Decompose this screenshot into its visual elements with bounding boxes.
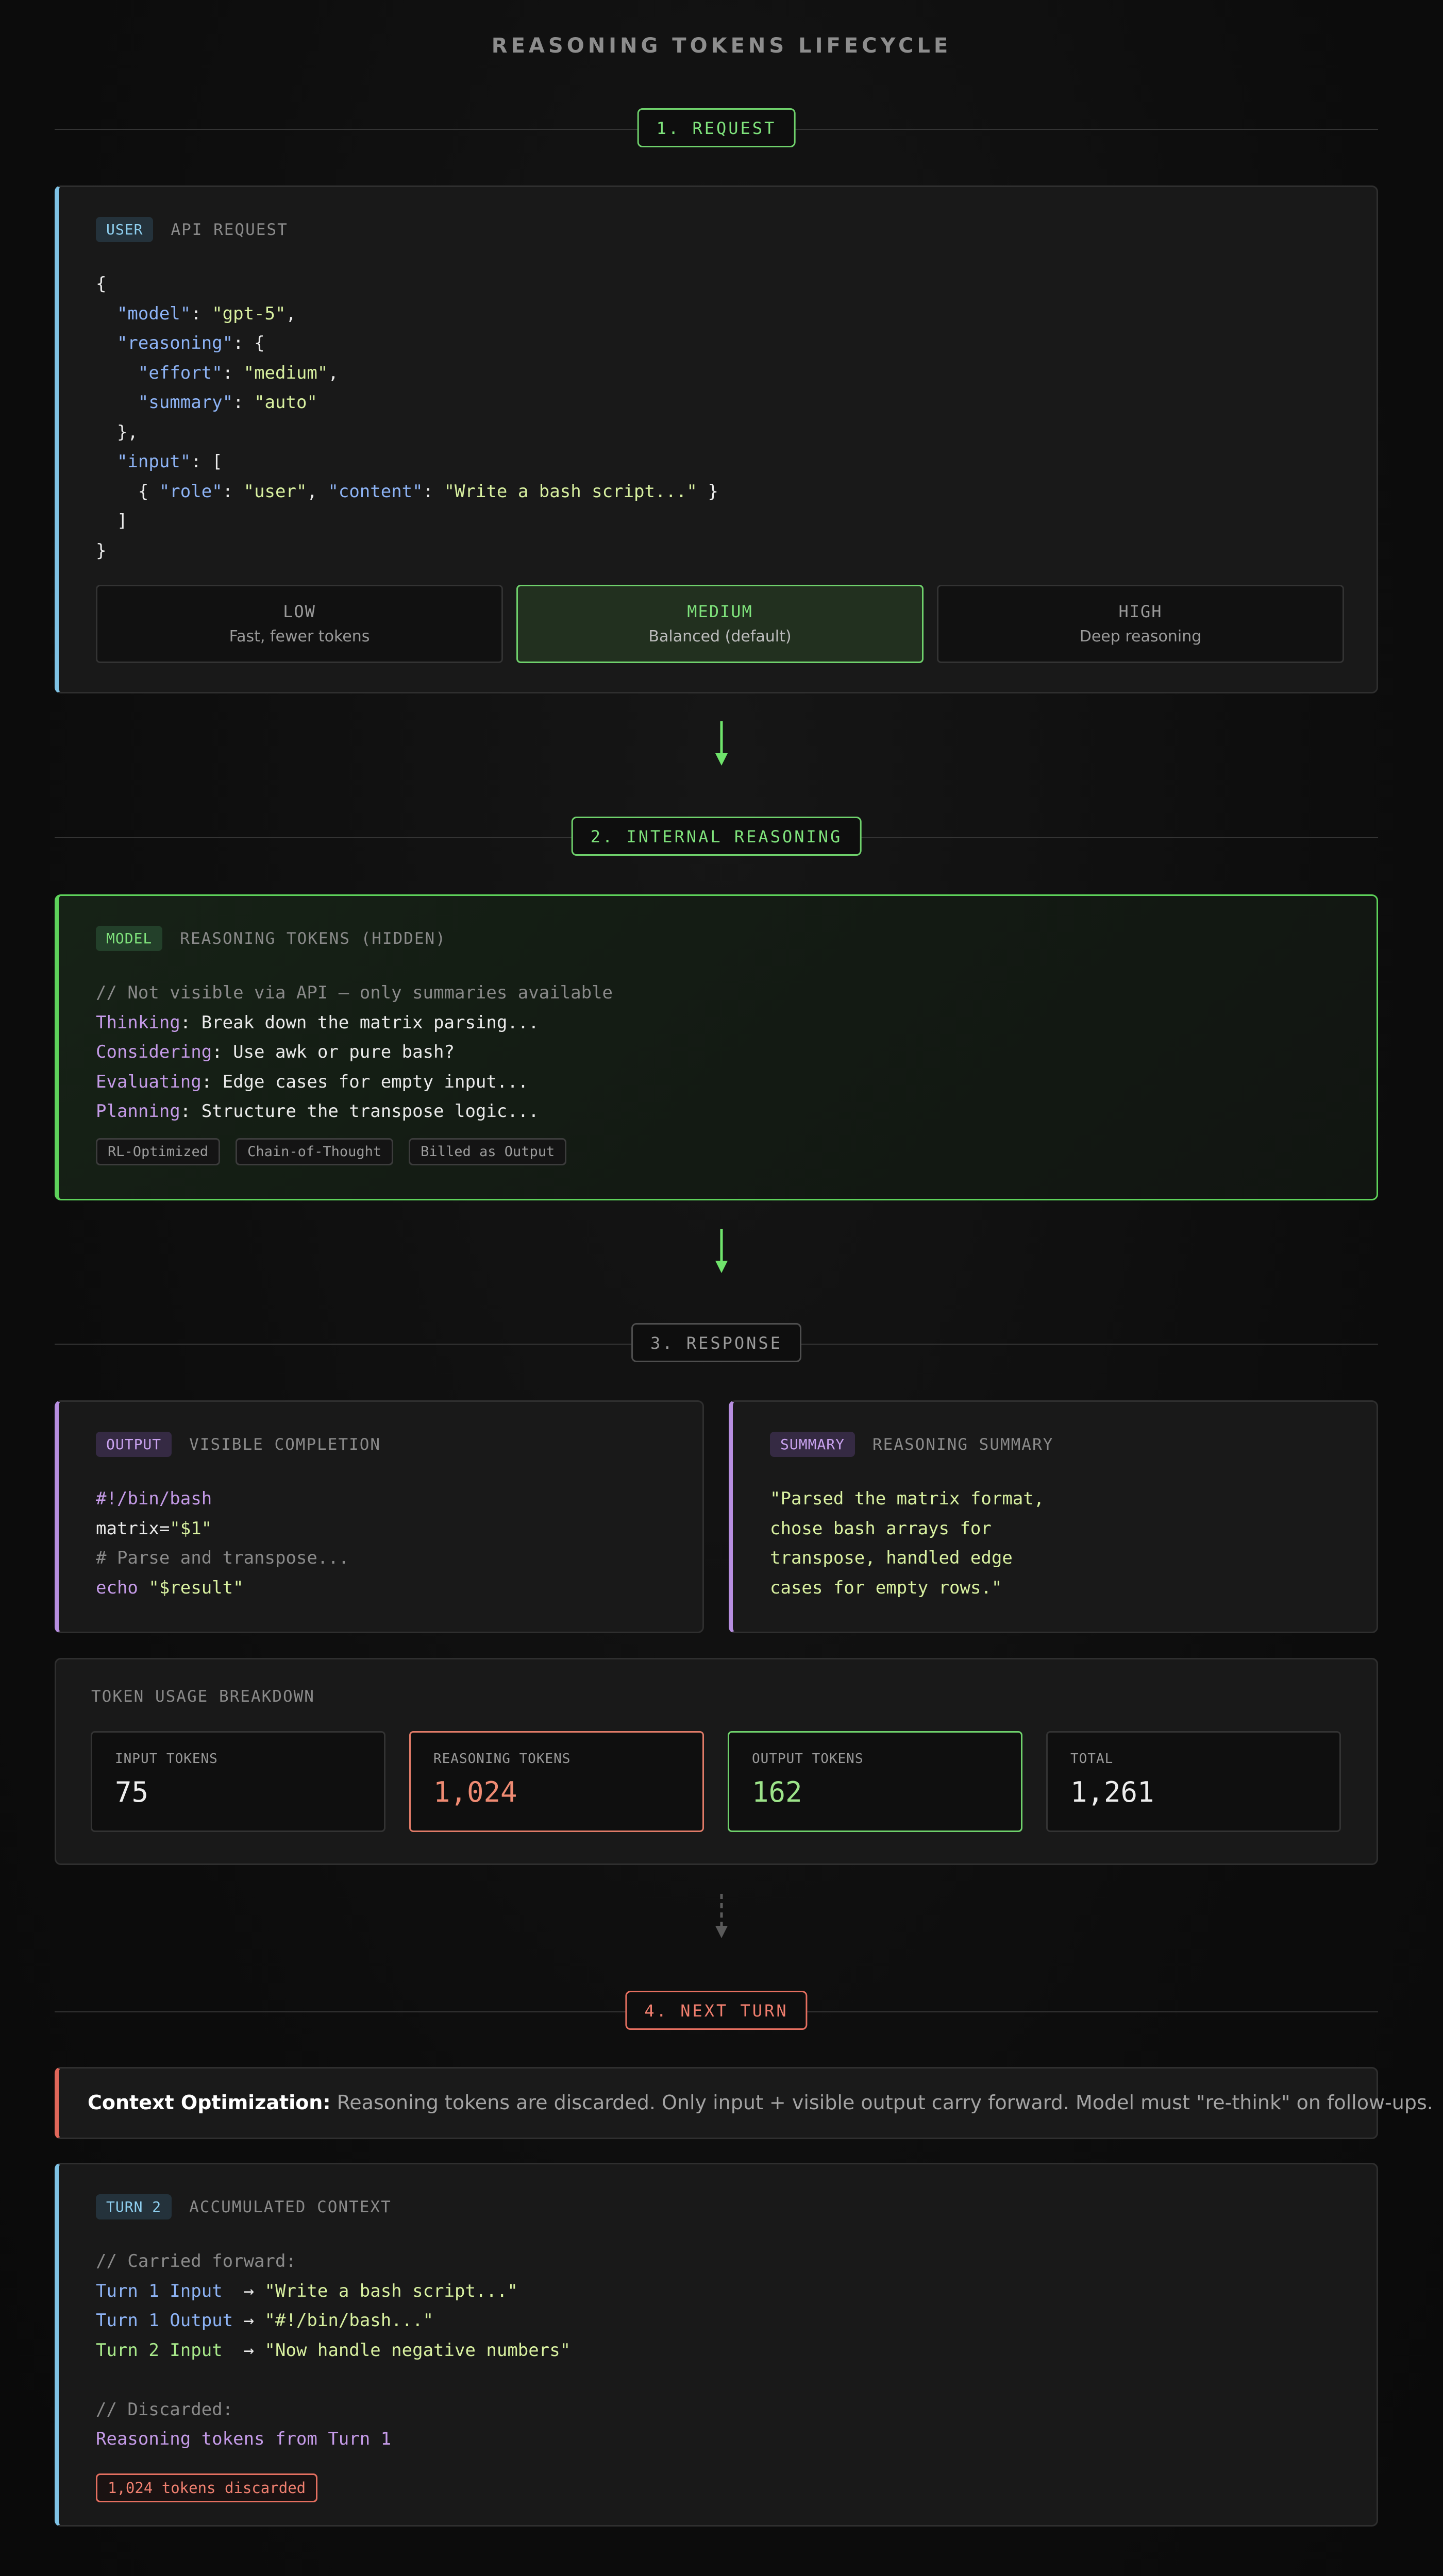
effort-desc: Deep reasoning <box>1079 628 1202 646</box>
effort-level: MEDIUM <box>687 602 753 621</box>
stat-label: OUTPUT TOKENS <box>752 1751 864 1767</box>
output-code: #!/bin/bash matrix="$1" # Parse and tran… <box>96 1488 349 1598</box>
discarded-tokens-badge: 1,024 tokens discarded <box>96 2473 318 2502</box>
stat-value: 162 <box>752 1776 802 1808</box>
turn2-card: TURN 2 ACCUMULATED CONTEXT // Carried fo… <box>55 2163 1378 2527</box>
arrow-down-icon <box>715 721 728 766</box>
effort-option-low[interactable]: LOW Fast, fewer tokens <box>96 585 503 663</box>
output-card: OUTPUT VISIBLE COMPLETION #!/bin/bash ma… <box>55 1400 704 1633</box>
request-card-label: API REQUEST <box>171 220 288 239</box>
reasoning-chips: RL-Optimized Chain-of-Thought Billed as Ou… <box>96 1138 582 1165</box>
summary-text: "Parsed the matrix format, chose bash ar… <box>770 1488 1045 1598</box>
section-next-turn-header: 4. NEXT TURN <box>55 1991 1378 2032</box>
stat-reasoning-tokens: REASONING TOKENS 1,024 <box>409 1731 704 1832</box>
output-card-label: VISIBLE COMPLETION <box>189 1435 381 1454</box>
stat-value: 1,024 <box>433 1776 517 1808</box>
user-tag: USER <box>96 217 154 242</box>
stat-value: 1,261 <box>1070 1776 1154 1808</box>
effort-level: LOW <box>283 602 316 621</box>
page-title: REASONING TOKENS LIFECYCLE <box>491 34 952 58</box>
effort-option-high[interactable]: HIGH Deep reasoning <box>937 585 1344 663</box>
summary-tag: SUMMARY <box>770 1432 855 1457</box>
summary-card: SUMMARY REASONING SUMMARY "Parsed the ma… <box>729 1400 1378 1633</box>
dashed-arrow-down-icon <box>715 1894 728 1938</box>
effort-level: HIGH <box>1118 602 1163 621</box>
section-response-pill: 3. RESPONSE <box>631 1323 801 1362</box>
context-optimization-note: Context Optimization: Reasoning tokens a… <box>55 2067 1433 2139</box>
chip: Billed as Output <box>409 1138 567 1165</box>
model-tag: MODEL <box>96 926 163 951</box>
stat-value: 75 <box>115 1776 149 1808</box>
arrow-down-icon <box>715 1229 728 1273</box>
section-request-pill: 1. REQUEST <box>637 108 796 147</box>
turn2-context: // Carried forward: Turn 1 Input → "Writ… <box>96 2251 571 2449</box>
turn2-card-label: ACCUMULATED CONTEXT <box>189 2197 392 2216</box>
note-body: Reasoning tokens are discarded. Only inp… <box>330 2091 1433 2114</box>
output-tag: OUTPUT <box>96 1432 172 1457</box>
stat-total-tokens: TOTAL 1,261 <box>1046 1731 1341 1832</box>
effort-desc: Fast, fewer tokens <box>229 628 370 646</box>
token-usage-heading: TOKEN USAGE BREAKDOWN <box>91 1687 315 1706</box>
section-reasoning-pill: 2. INTERNAL REASONING <box>571 817 862 856</box>
section-reasoning-header: 2. INTERNAL REASONING <box>55 817 1378 858</box>
note-bold: Context Optimization: <box>88 2091 331 2114</box>
stat-label: INPUT TOKENS <box>115 1751 218 1767</box>
section-response-header: 3. RESPONSE <box>55 1323 1378 1364</box>
chip: Chain-of-Thought <box>236 1138 394 1165</box>
stat-label: TOTAL <box>1070 1751 1114 1767</box>
section-request-header: 1. REQUEST <box>55 108 1378 149</box>
turn2-tag: TURN 2 <box>96 2194 172 2219</box>
effort-desc: Balanced (default) <box>648 628 792 646</box>
stat-input-tokens: INPUT TOKENS 75 <box>91 1731 385 1832</box>
note-text: Context Optimization: Reasoning tokens a… <box>88 2091 1433 2114</box>
stat-output-tokens: OUTPUT TOKENS 162 <box>728 1731 1022 1832</box>
request-json: { "model": "gpt-5", "reasoning": { "effo… <box>96 274 718 561</box>
reasoning-trace: // Not visible via API — only summaries … <box>96 982 613 1122</box>
effort-option-medium[interactable]: MEDIUM Balanced (default) <box>516 585 924 663</box>
chip: RL-Optimized <box>96 1138 221 1165</box>
request-card: USER API REQUEST { "model": "gpt-5", "re… <box>55 185 1378 693</box>
summary-card-label: REASONING SUMMARY <box>872 1435 1054 1454</box>
reasoning-card-label: REASONING TOKENS (HIDDEN) <box>180 929 446 948</box>
stat-label: REASONING TOKENS <box>433 1751 571 1767</box>
section-next-turn-pill: 4. NEXT TURN <box>625 1991 808 2030</box>
reasoning-card: MODEL REASONING TOKENS (HIDDEN) // Not v… <box>55 894 1378 1200</box>
